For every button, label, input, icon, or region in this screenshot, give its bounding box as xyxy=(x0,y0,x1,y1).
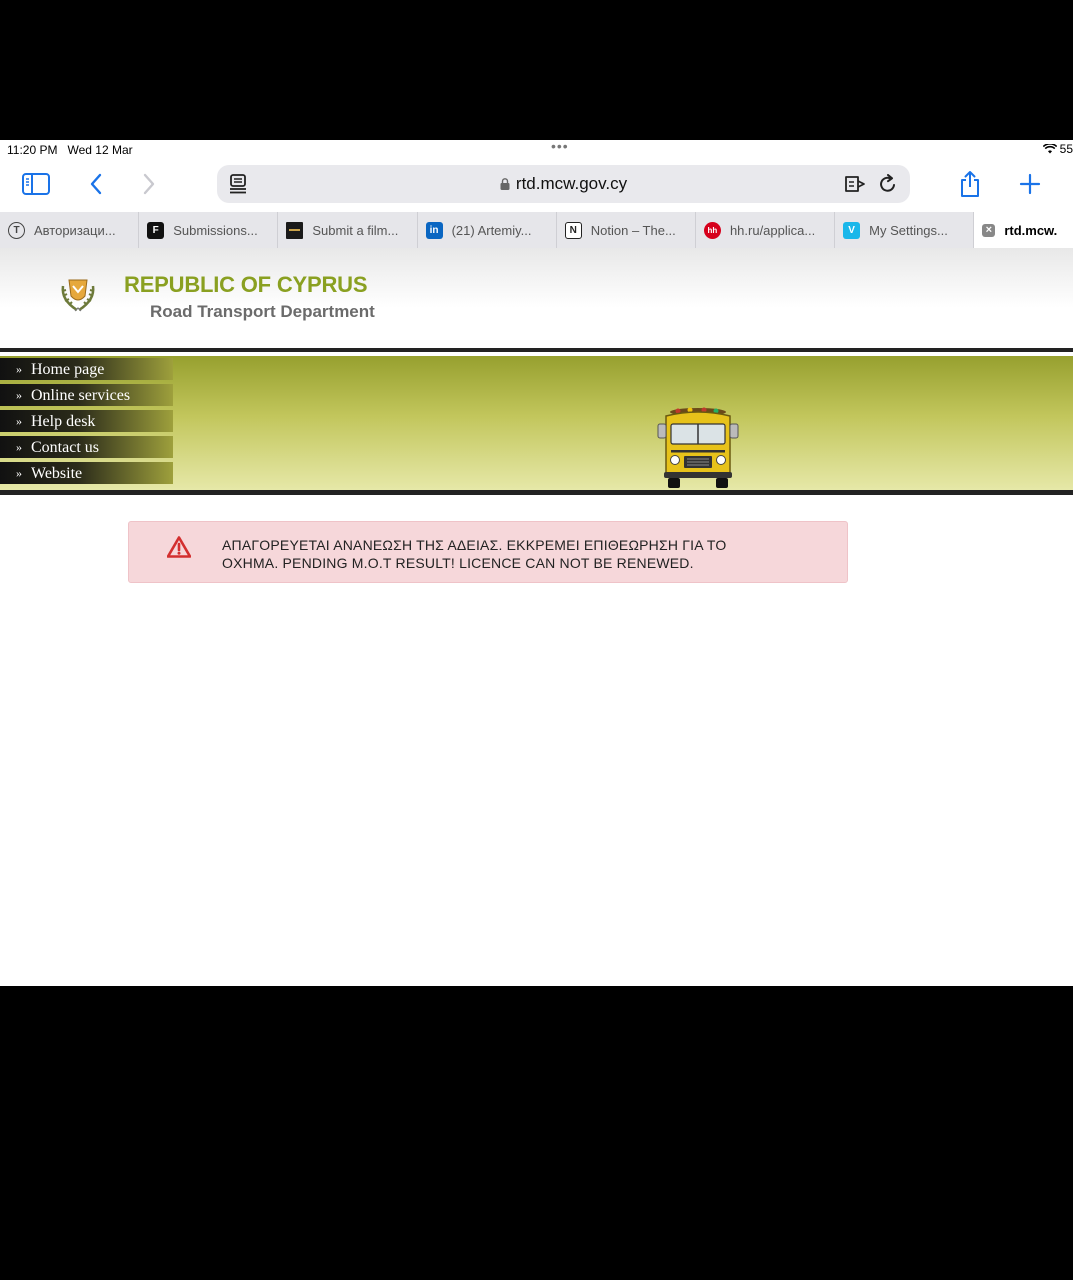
tab-label: Авторизаци... xyxy=(34,222,116,238)
school-bus-icon xyxy=(654,406,742,490)
status-time: 11:20 PM Wed 12 Mar xyxy=(7,143,133,157)
new-tab-icon[interactable] xyxy=(1014,168,1046,200)
site-navigation: » Home page » Online services » Help desk »… xyxy=(0,358,173,488)
nav-item-online-services[interactable]: » Online services xyxy=(0,384,173,406)
alert-message-line: ΑΠΑΓΟΡΕΥΕΤΑΙ ΑΝΑΝΕΩΣΗ ΤΗΣ ΑΔΕΙΑΣ. ΕΚΚΡΕΜ… xyxy=(222,537,727,553)
tab-item[interactable]: T Авторизаци... xyxy=(0,212,140,248)
status-right: 55 xyxy=(1042,142,1073,156)
tab-item[interactable]: in (21) Artemiy... xyxy=(418,212,557,248)
tab-label: hh.ru/applica... xyxy=(729,222,816,238)
tab-label: My Settings... xyxy=(869,222,948,238)
url-display: rtd.mcw.gov.cy xyxy=(217,174,910,194)
nav-label: Contact us xyxy=(31,438,99,456)
divider xyxy=(0,490,1073,495)
nav-item-website[interactable]: » Website xyxy=(0,462,173,484)
close-tab-icon[interactable]: × xyxy=(982,223,996,237)
tab-favicon-icon: hh xyxy=(703,221,721,239)
tab-favicon-icon: in xyxy=(425,221,443,239)
nav-item-help-desk[interactable]: » Help desk xyxy=(0,410,173,432)
tab-item[interactable]: V My Settings... xyxy=(835,212,975,248)
tab-item[interactable]: N Notion – The... xyxy=(557,212,696,248)
nav-label: Website xyxy=(31,464,83,482)
tab-favicon-icon: F xyxy=(147,221,165,239)
double-chevron-icon: » xyxy=(16,439,22,454)
sidebar-icon[interactable] xyxy=(20,168,52,200)
divider xyxy=(0,348,1073,352)
tab-label: Notion – The... xyxy=(590,222,676,238)
nav-label: Home page xyxy=(31,360,105,378)
tab-label: rtd.mcw. xyxy=(1004,222,1058,238)
tab-item[interactable]: Submit a film... xyxy=(278,212,418,248)
error-alert: ΑΠΑΓΟΡΕΥΕΤΑΙ ΑΝΑΝΕΩΣΗ ΤΗΣ ΑΔΕΙΑΣ. ΕΚΚΡΕΜ… xyxy=(128,521,848,583)
double-chevron-icon: » xyxy=(16,387,22,402)
nav-item-home-page[interactable]: » Home page xyxy=(0,358,173,380)
double-chevron-icon: » xyxy=(16,465,22,480)
back-icon[interactable] xyxy=(80,168,112,200)
tab-favicon-icon: N xyxy=(564,221,582,239)
lock-icon xyxy=(500,175,510,190)
government-title: REPUBLIC OF CYPRUS xyxy=(124,272,368,297)
tab-favicon-icon xyxy=(286,221,304,239)
tab-label: Submissions... xyxy=(173,222,258,238)
tab-label: (21) Artemiy... xyxy=(451,222,532,238)
nav-item-contact-us[interactable]: » Contact us xyxy=(0,436,173,458)
reload-icon[interactable] xyxy=(878,174,898,199)
status-bar: 11:20 PM Wed 12 Mar ••• 55 xyxy=(0,140,1073,160)
battery-percent: 55 xyxy=(1059,142,1073,156)
browser-screen: 11:20 PM Wed 12 Mar ••• 55 rtd.mcw.gov.c… xyxy=(0,140,1073,986)
alert-message-line: ΟΧΗΜΑ. PENDING M.O.T RESULT! LICENCE CAN… xyxy=(222,555,694,571)
status-time-value: 11:20 PM xyxy=(7,143,58,157)
translate-icon[interactable] xyxy=(844,174,866,199)
wifi-icon xyxy=(1042,144,1057,154)
share-icon[interactable] xyxy=(954,168,986,200)
warning-icon xyxy=(166,536,192,563)
site-header: REPUBLIC OF CYPRUS Road Transport Depart… xyxy=(0,248,1073,348)
url-text: rtd.mcw.gov.cy xyxy=(515,174,628,193)
address-bar[interactable]: rtd.mcw.gov.cy xyxy=(217,165,910,203)
nav-label: Online services xyxy=(31,386,131,404)
multitask-dots-icon[interactable]: ••• xyxy=(551,140,569,154)
tab-item[interactable]: F Submissions... xyxy=(139,212,279,248)
forward-icon[interactable] xyxy=(133,168,165,200)
tab-label: Submit a film... xyxy=(312,222,399,238)
nav-label: Help desk xyxy=(31,412,96,430)
status-date-value: Wed 12 Mar xyxy=(67,143,133,157)
tab-bar: T Авторизаци... F Submissions... Submit … xyxy=(0,212,1073,248)
double-chevron-icon: » xyxy=(16,413,22,428)
alert-message: ΑΠΑΓΟΡΕΥΕΤΑΙ ΑΝΑΝΕΩΣΗ ΤΗΣ ΑΔΕΙΑΣ. ΕΚΚΡΕΜ… xyxy=(222,536,822,572)
department-subtitle: Road Transport Department xyxy=(150,302,375,321)
tab-item-active[interactable]: × rtd.mcw. xyxy=(974,212,1073,248)
double-chevron-icon: » xyxy=(16,361,22,376)
browser-toolbar: rtd.mcw.gov.cy xyxy=(0,162,1073,206)
tab-item[interactable]: hh hh.ru/applica... xyxy=(696,212,836,248)
tab-favicon-icon: T xyxy=(8,221,25,239)
tab-favicon-icon: V xyxy=(843,221,861,239)
cyprus-emblem-icon xyxy=(57,274,99,316)
